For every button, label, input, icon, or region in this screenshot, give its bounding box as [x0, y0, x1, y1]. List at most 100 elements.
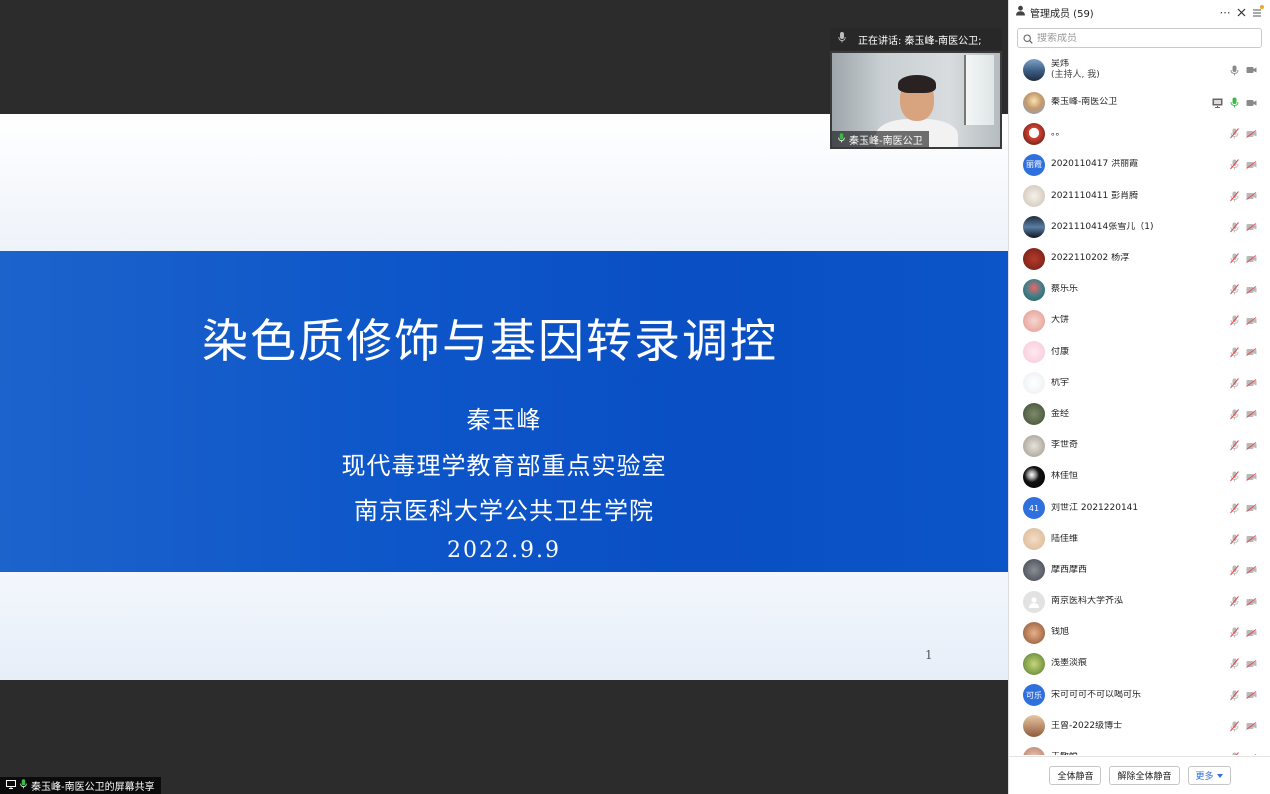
- close-icon[interactable]: [1234, 5, 1248, 19]
- search-box[interactable]: [1017, 28, 1262, 48]
- member-list: 吴炜 (主持人, 我) 秦玉峰-南医公卫。。 丽霞 2020110417 洪丽霞 2021…: [1009, 53, 1270, 755]
- member-row[interactable]: 王敏悦: [1009, 742, 1270, 755]
- camera-off-icon[interactable]: [1246, 222, 1257, 233]
- video-window: [964, 55, 994, 125]
- member-status-icons: [1229, 533, 1257, 545]
- mic-muted-icon[interactable]: [1229, 533, 1240, 545]
- camera-icon[interactable]: [1246, 65, 1257, 76]
- camera-off-icon[interactable]: [1246, 378, 1257, 389]
- avatar: [1023, 403, 1045, 426]
- mic-muted-icon[interactable]: [1229, 190, 1240, 202]
- mic-muted-icon[interactable]: [1229, 409, 1240, 420]
- mic-muted-icon[interactable]: [1229, 471, 1240, 482]
- speaker-video-tile[interactable]: 秦玉峰-南医公卫: [830, 51, 1002, 149]
- mic-muted-icon[interactable]: [1229, 658, 1240, 669]
- slide-date: 2022.9.9: [447, 538, 561, 563]
- camera-off-icon[interactable]: [1246, 721, 1257, 732]
- camera-off-icon[interactable]: [1246, 409, 1257, 420]
- camera-off-icon[interactable]: [1246, 534, 1257, 545]
- camera-off-icon[interactable]: [1246, 596, 1257, 607]
- camera-off-icon[interactable]: [1246, 690, 1257, 701]
- member-row[interactable]: 2021110411 彭肖腾: [1009, 181, 1270, 212]
- member-row[interactable]: 浅墨淡痕: [1009, 648, 1270, 679]
- notification-dot: [1260, 5, 1264, 9]
- camera-off-icon[interactable]: [1246, 658, 1257, 669]
- more-button[interactable]: 更多: [1187, 766, 1231, 785]
- mic-muted-icon[interactable]: [1229, 565, 1240, 576]
- avatar: 丽霞: [1023, 153, 1045, 176]
- camera-off-icon[interactable]: [1246, 253, 1257, 264]
- member-row[interactable]: 摩西摩西: [1009, 555, 1270, 586]
- member-row[interactable]: 吴炜 (主持人, 我): [1009, 53, 1270, 87]
- member-row[interactable]: 。。: [1009, 118, 1270, 149]
- mic-muted-icon[interactable]: [1229, 689, 1240, 701]
- mic-muted-icon[interactable]: [1229, 159, 1240, 170]
- camera-off-icon[interactable]: [1246, 565, 1257, 576]
- mic-muted-icon[interactable]: [1229, 315, 1240, 326]
- camera-off-icon[interactable]: [1246, 284, 1257, 295]
- screen-share-tag: 秦玉峰-南医公卫的屏幕共享: [0, 777, 161, 794]
- video-name: 秦玉峰-南医公卫: [849, 135, 923, 147]
- camera-off-icon[interactable]: [1246, 503, 1257, 514]
- mic-muted-icon[interactable]: [1229, 253, 1240, 264]
- avatar-initials: 丽霞: [1026, 160, 1042, 170]
- member-row[interactable]: 金经: [1009, 399, 1270, 430]
- mic-muted-icon[interactable]: [1229, 128, 1240, 139]
- mic-muted-icon[interactable]: [1229, 721, 1240, 732]
- member-status-icons: [1229, 128, 1257, 139]
- member-row[interactable]: 2022110202 杨淳: [1009, 243, 1270, 274]
- camera-off-icon[interactable]: [1246, 347, 1257, 358]
- camera-off-icon[interactable]: [1246, 315, 1257, 326]
- mic-muted-icon[interactable]: [1229, 284, 1240, 295]
- member-row[interactable]: 李世奇: [1009, 430, 1270, 461]
- camera-off-icon[interactable]: [1246, 627, 1257, 638]
- member-row[interactable]: 杭宇: [1009, 368, 1270, 399]
- member-row[interactable]: 41 刘世江 2021220141: [1009, 492, 1270, 523]
- member-row[interactable]: 秦玉峰-南医公卫: [1009, 87, 1270, 118]
- avatar: [1023, 91, 1045, 114]
- camera-off-icon[interactable]: [1246, 752, 1257, 755]
- more-options-icon[interactable]: ⋯: [1218, 5, 1232, 19]
- member-status-icons: [1229, 409, 1257, 420]
- member-row[interactable]: 大饼: [1009, 305, 1270, 336]
- mic-muted-icon[interactable]: [1229, 222, 1240, 233]
- presentation-slide: 染色质修饰与基因转录调控 秦玉峰 现代毒理学教育部重点实验室 南京医科大学公共卫…: [0, 114, 1008, 680]
- mic-icon[interactable]: [1229, 65, 1240, 76]
- avatar: [1023, 590, 1045, 613]
- list-menu-icon[interactable]: [1250, 5, 1264, 19]
- avatar: [1023, 122, 1045, 145]
- camera-off-icon[interactable]: [1246, 471, 1257, 482]
- mic-muted-icon[interactable]: [1229, 502, 1240, 514]
- member-row[interactable]: 王曾-2022级博士: [1009, 711, 1270, 742]
- mic-muted-icon[interactable]: [1229, 627, 1240, 638]
- avatar: [1023, 278, 1045, 301]
- search-input[interactable]: [1037, 32, 1237, 44]
- member-status-icons: [1229, 346, 1257, 358]
- unmute-all-button[interactable]: 解除全体静音: [1109, 766, 1180, 785]
- mic-muted-icon[interactable]: [1229, 440, 1240, 451]
- member-row[interactable]: 蔡乐乐: [1009, 274, 1270, 305]
- camera-off-icon[interactable]: [1246, 191, 1257, 202]
- mic-muted-icon[interactable]: [1229, 377, 1240, 389]
- member-row[interactable]: 钱旭: [1009, 617, 1270, 648]
- avatar: [1023, 247, 1045, 270]
- camera-icon[interactable]: [1246, 97, 1257, 108]
- member-row[interactable]: 林佳恒: [1009, 461, 1270, 492]
- member-row[interactable]: 南京医科大学齐泓: [1009, 586, 1270, 617]
- camera-off-icon[interactable]: [1246, 128, 1257, 139]
- avatar: [1023, 216, 1045, 239]
- camera-off-icon[interactable]: [1246, 440, 1257, 451]
- mic-active-icon[interactable]: [1229, 97, 1240, 108]
- mic-muted-icon[interactable]: [1229, 752, 1240, 755]
- mic-muted-icon[interactable]: [1229, 346, 1240, 358]
- speaking-indicator: 正在讲话: 秦玉峰-南医公卫;: [830, 28, 1002, 50]
- camera-off-icon[interactable]: [1246, 159, 1257, 170]
- member-row[interactable]: 付康: [1009, 337, 1270, 368]
- mic-muted-icon[interactable]: [1229, 596, 1240, 607]
- member-row[interactable]: 陆佳维: [1009, 524, 1270, 555]
- member-row[interactable]: 丽霞 2020110417 洪丽霞: [1009, 149, 1270, 180]
- member-row[interactable]: 可乐 宋可可可不可以喝可乐: [1009, 680, 1270, 711]
- mute-all-button[interactable]: 全体静音: [1049, 766, 1102, 785]
- member-row[interactable]: 2021110414张雪儿（1): [1009, 212, 1270, 243]
- member-status-icons: [1229, 222, 1257, 233]
